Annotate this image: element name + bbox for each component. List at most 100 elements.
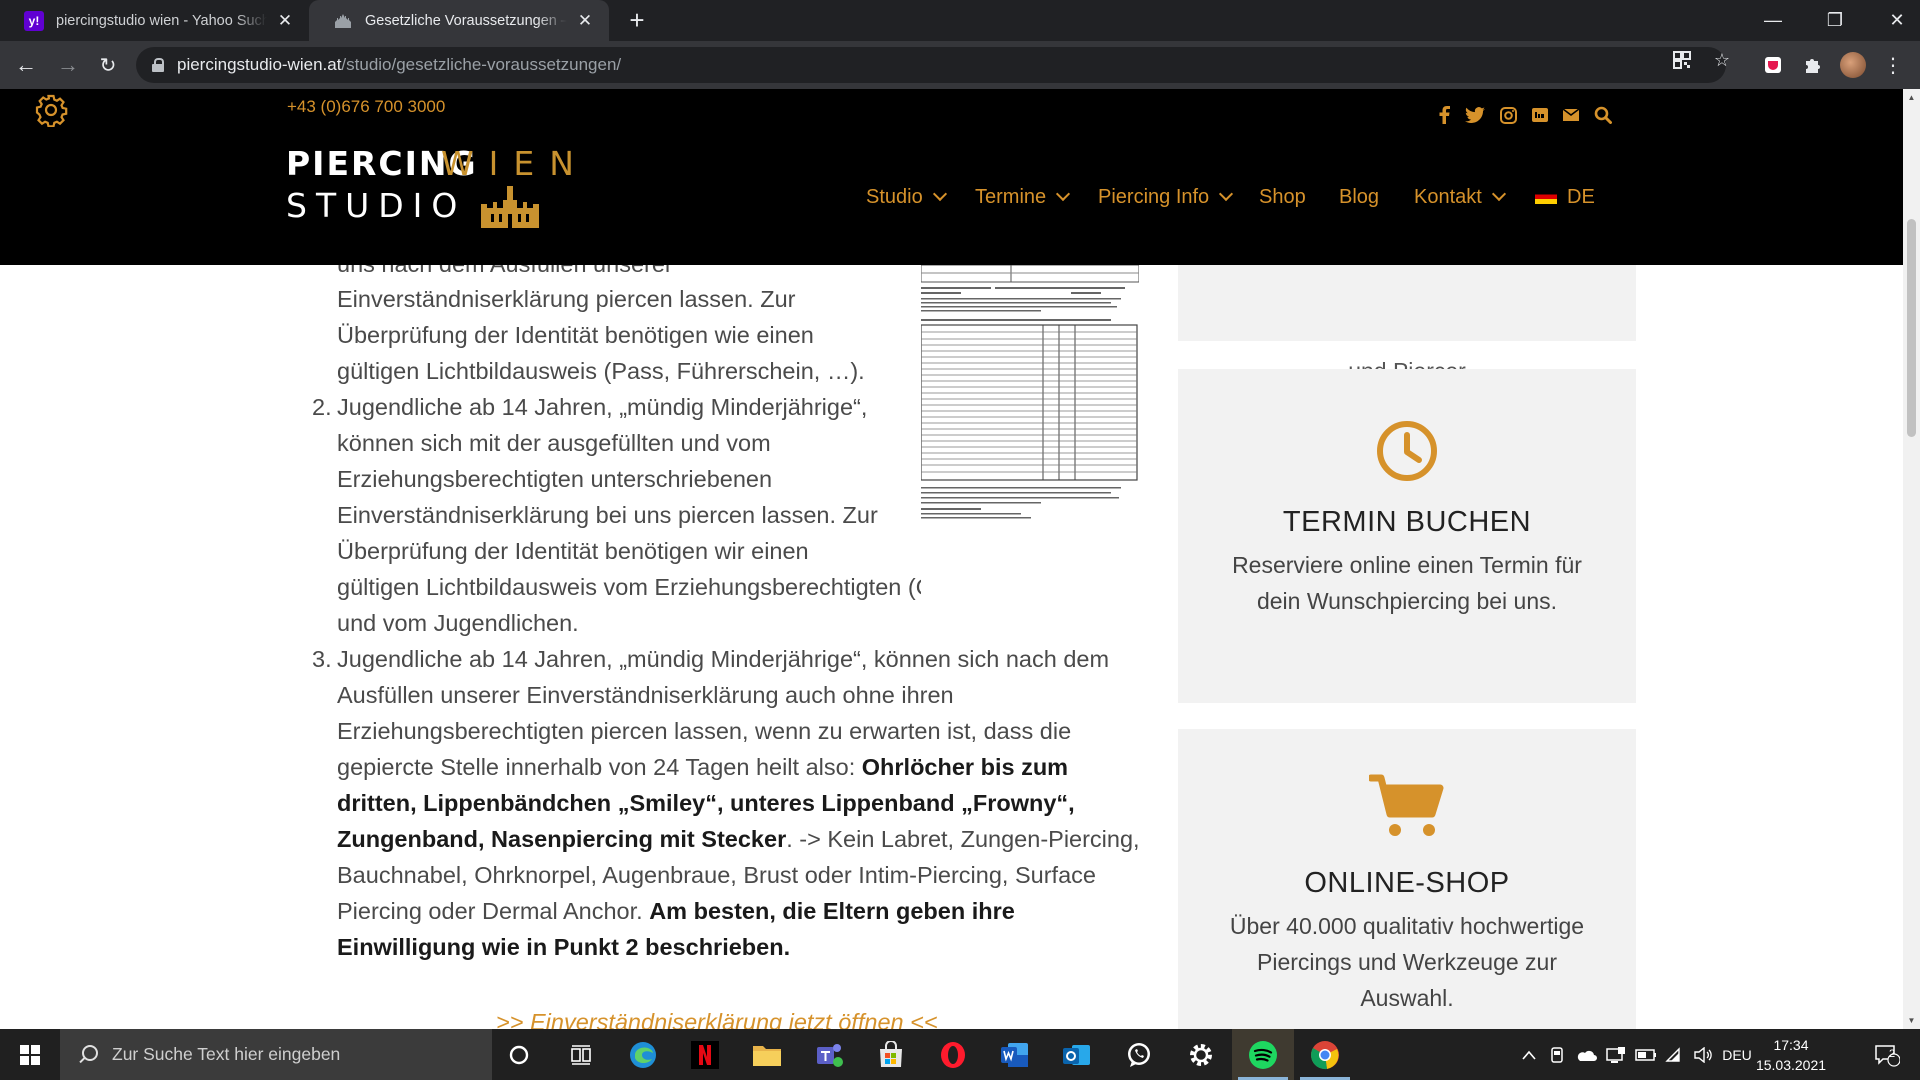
text-line: Ausfüllen unserer Einverständniserklärun… [337, 682, 954, 708]
word-icon[interactable] [984, 1029, 1046, 1080]
nav-blog[interactable]: Blog [1339, 179, 1379, 215]
tab-yahoo-search[interactable]: y! piercingstudio wien - Yahoo Suche ✕ [0, 0, 309, 41]
whatsapp-icon[interactable] [1108, 1029, 1170, 1080]
text-line: Jugendliche ab 14 Jahren, „mündig Minder… [337, 646, 1110, 672]
qr-code-icon[interactable] [1670, 48, 1694, 72]
text-line: Erziehungsberechtigten piercen lassen, w… [337, 718, 1072, 744]
widget-title: TERMIN BUCHEN [1282, 506, 1532, 538]
search-icon[interactable] [1591, 103, 1615, 127]
nav-studio[interactable]: Studio [866, 179, 947, 215]
settings-gear-icon[interactable] [34, 93, 68, 127]
chevron-down-icon [1491, 186, 1506, 202]
chevron-down-icon [1219, 186, 1234, 202]
netflix-icon[interactable] [674, 1029, 736, 1080]
windows-start-icon[interactable] [0, 1029, 60, 1080]
bookmark-star-icon[interactable]: ☆ [1710, 48, 1734, 72]
facebook-icon[interactable] [1432, 103, 1456, 127]
search-icon [78, 1044, 98, 1065]
language-indicator[interactable]: DEU [1720, 1029, 1754, 1080]
onedrive-cloud-icon[interactable] [1572, 1029, 1600, 1080]
youtube-icon[interactable] [1528, 103, 1552, 127]
text-line: dritten, Lippenbändchen „Smiley“, untere… [337, 790, 1075, 816]
text-line: Piercing oder Dermal Anchor. Am besten, … [337, 898, 1015, 924]
extension-icon[interactable] [1757, 49, 1789, 81]
taskbar-search-box[interactable]: Zur Suche Text hier eingeben [60, 1029, 492, 1080]
instagram-icon[interactable] [1496, 103, 1520, 127]
browser-toolbar: ← → ↻ piercingstudio-wien.at/studio/gese… [0, 41, 1920, 89]
file-explorer-icon[interactable] [736, 1029, 798, 1080]
microsoft-store-icon[interactable] [860, 1029, 922, 1080]
windows-taskbar: Zur Suche Text hier eingeben DEU 17:34 1… [0, 1029, 1920, 1080]
scroll-up-icon[interactable]: ▲ [1903, 89, 1920, 106]
chevron-down-icon [1056, 186, 1071, 202]
volume-icon[interactable] [1690, 1029, 1716, 1080]
task-view-icon[interactable] [550, 1029, 612, 1080]
widget-text: Über 40.000 qualitativ hochwertige [1229, 913, 1585, 939]
forward-icon[interactable]: → [52, 49, 84, 81]
teams-icon[interactable] [798, 1029, 860, 1080]
search-placeholder: Zur Suche Text hier eingeben [112, 1044, 341, 1064]
display-icon[interactable] [1603, 1029, 1629, 1080]
close-tab-icon[interactable]: ✕ [275, 11, 295, 31]
notification-count: 2 [1889, 1048, 1896, 1060]
minimize-button[interactable]: — [1742, 0, 1804, 41]
back-icon[interactable]: ← [10, 49, 42, 81]
tab-title: Gesetzliche Voraussetzungen – Piercing S… [365, 12, 567, 29]
notification-center-icon[interactable]: 2 [1864, 1029, 1910, 1080]
list-item-3: Jugendliche ab 14 Jahren, „mündig Minder… [337, 641, 1147, 965]
phone-number[interactable]: +43 (0)676 700 3000 [287, 97, 445, 117]
device-icon[interactable] [1546, 1029, 1568, 1080]
clock-icon [1377, 421, 1437, 481]
wifi-icon[interactable] [1662, 1029, 1688, 1080]
edge-icon[interactable] [612, 1029, 674, 1080]
lock-icon[interactable] [152, 58, 164, 72]
twitter-icon[interactable] [1463, 103, 1487, 127]
site-logo[interactable]: PIERCING WIEN STUDIO [286, 144, 586, 229]
nav-piercing-info[interactable]: Piercing Info [1098, 179, 1234, 215]
yahoo-icon: y! [24, 10, 44, 31]
reload-icon[interactable]: ↻ [92, 49, 124, 81]
close-window-button[interactable]: ✕ [1866, 0, 1920, 41]
nav-termine[interactable]: Termine [975, 179, 1071, 215]
list-number-2: 2. [312, 394, 332, 420]
spotify-icon[interactable] [1232, 1029, 1294, 1080]
german-flag-icon [1535, 190, 1557, 204]
text-line: Einwilligung wie in Punkt 2 beschrieben. [337, 934, 791, 960]
clock-time: 17:34 [1773, 1037, 1809, 1053]
puzzle-extensions-icon[interactable] [1797, 49, 1829, 81]
menu-kebab-icon[interactable]: ⋮ [1877, 49, 1909, 81]
taskbar-clock[interactable]: 17:34 15.03.2021 [1754, 1035, 1828, 1075]
new-tab-button[interactable]: + [622, 5, 652, 35]
chrome-icon[interactable] [1294, 1029, 1356, 1080]
widget-text: Reserviere online einen Termin für [1232, 552, 1582, 578]
clock-date: 15.03.2021 [1755, 1057, 1827, 1073]
address-bar[interactable]: piercingstudio-wien.at/studio/gesetzlich… [136, 47, 1726, 83]
nav-shop[interactable]: Shop [1259, 179, 1306, 215]
close-tab-icon[interactable]: ✕ [575, 11, 595, 31]
battery-icon[interactable] [1633, 1029, 1659, 1080]
consent-form-link[interactable]: >> Einverständniserklärung jetzt öffnen … [496, 1009, 938, 1029]
widget-text: Piercings und Werkzeuge zur [1257, 949, 1557, 975]
settings-icon[interactable] [1170, 1029, 1232, 1080]
scroll-down-icon[interactable]: ▼ [1903, 1012, 1920, 1029]
scrollbar-thumb[interactable] [1907, 219, 1916, 437]
text-line: Bauchnabel, Ohrknorpel, Augenbraue, Brus… [337, 862, 1096, 888]
language-switcher[interactable]: DE [1535, 179, 1595, 215]
nav-kontakt[interactable]: Kontakt [1414, 179, 1506, 215]
widget-text: Auswahl. [1360, 985, 1454, 1011]
url-text: piercingstudio-wien.at/studio/gesetzlich… [177, 55, 622, 74]
page-scrollbar[interactable]: ▲ ▼ [1903, 89, 1920, 1029]
restore-button[interactable]: ❐ [1804, 0, 1866, 41]
outlook-icon[interactable] [1046, 1029, 1108, 1080]
sidebar-widget-shop[interactable]: ONLINE-SHOP Über 40.000 qualitativ hochw… [1178, 729, 1636, 1029]
tab-gesetzliche-voraussetzungen[interactable]: Gesetzliche Voraussetzungen – Piercing S… [309, 0, 609, 41]
sidebar-widget-termin[interactable]: TERMIN BUCHEN Reserviere online einen Te… [1178, 369, 1636, 703]
opera-icon[interactable] [922, 1029, 984, 1080]
email-icon[interactable] [1559, 103, 1583, 127]
consent-form-document-image[interactable] [920, 264, 1140, 618]
cortana-icon[interactable] [488, 1029, 550, 1080]
show-hidden-icons-chevron-up-icon[interactable] [1516, 1029, 1542, 1080]
rathaus-logo-icon [481, 186, 539, 228]
profile-avatar[interactable] [1837, 49, 1869, 81]
chevron-down-icon [932, 186, 947, 202]
